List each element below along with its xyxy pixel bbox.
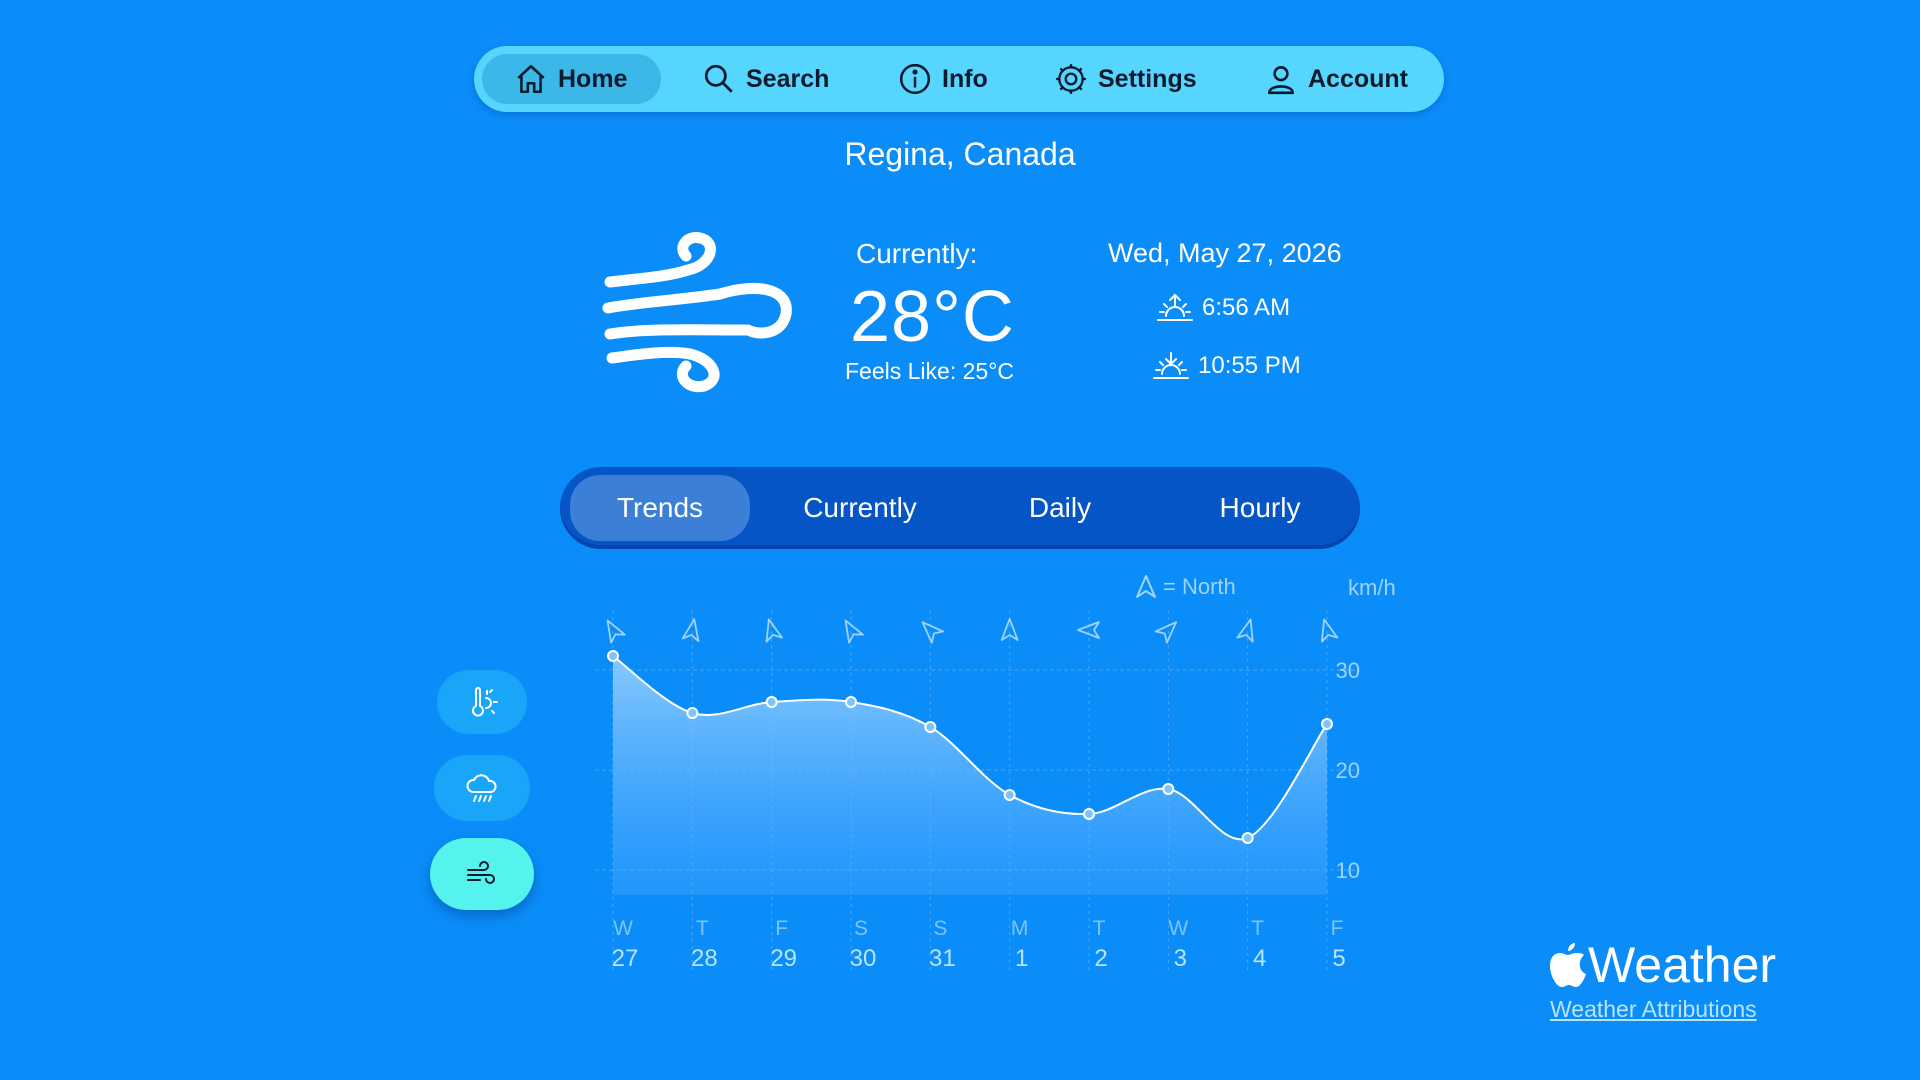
day-label: F bbox=[775, 917, 788, 940]
nav-account-label: Account bbox=[1308, 64, 1408, 93]
data-point bbox=[1003, 789, 1016, 801]
data-point bbox=[1083, 808, 1095, 820]
date-label: 2 bbox=[1094, 945, 1107, 972]
wind-icon bbox=[602, 232, 792, 393]
top-nav: Home Search Info Settings Account bbox=[474, 46, 1444, 112]
wind-area-fill bbox=[613, 656, 1327, 895]
sunset-time: 10:55 PM bbox=[1198, 352, 1301, 379]
arrow-shape bbox=[1154, 621, 1178, 644]
arrow-shape bbox=[921, 621, 944, 644]
day-label: T bbox=[1251, 917, 1264, 940]
nav-settings[interactable]: Settings bbox=[1054, 54, 1197, 104]
arrow-shape bbox=[1000, 618, 1019, 641]
wind-direction-arrow bbox=[681, 618, 700, 643]
nav-account[interactable]: Account bbox=[1264, 54, 1408, 104]
date-label: 31 bbox=[929, 945, 956, 972]
current-temperature: 28°C bbox=[850, 277, 1015, 357]
arrow-shape bbox=[681, 618, 700, 643]
sunrise-time: 6:56 AM bbox=[1202, 294, 1291, 321]
nav-info[interactable]: Info bbox=[898, 54, 988, 104]
data-point bbox=[765, 696, 778, 708]
brand-logo: Weather bbox=[1548, 936, 1776, 994]
nav-search-label: Search bbox=[746, 64, 830, 93]
sunrise-row: 6:56 AM bbox=[1156, 292, 1290, 324]
arrow-shape bbox=[606, 619, 626, 644]
wind-direction-arrow bbox=[921, 621, 944, 644]
tab-daily[interactable]: Daily bbox=[960, 475, 1160, 541]
data-point bbox=[845, 696, 857, 708]
day-label: W bbox=[1168, 917, 1188, 940]
gear-icon bbox=[1056, 64, 1086, 94]
nav-home[interactable]: Home bbox=[482, 54, 662, 104]
wind-direction-arrow bbox=[1154, 621, 1178, 644]
day-label: S bbox=[933, 917, 947, 940]
info-icon bbox=[899, 63, 931, 95]
data-point bbox=[1321, 718, 1333, 730]
current-date: Wed, May 27, 2026 bbox=[1108, 238, 1342, 268]
date-label: 28 bbox=[691, 945, 718, 972]
currently-label: Currently: bbox=[856, 238, 978, 269]
data-point bbox=[1162, 783, 1175, 795]
weather-attributions-link[interactable]: Weather Attributions bbox=[1550, 996, 1757, 1023]
view-tabs: Trends Currently Daily Hourly bbox=[560, 467, 1360, 549]
wind-icon bbox=[467, 861, 495, 884]
tab-currently[interactable]: Currently bbox=[760, 475, 960, 541]
data-point bbox=[924, 721, 937, 733]
search-icon bbox=[704, 64, 733, 93]
y-tick-label: 10 bbox=[1336, 858, 1360, 883]
data-point bbox=[1241, 832, 1254, 844]
nav-search[interactable]: Search bbox=[702, 54, 829, 104]
nav-info-label: Info bbox=[942, 64, 988, 93]
date-label: 30 bbox=[850, 945, 877, 972]
date-label: 5 bbox=[1332, 945, 1345, 972]
day-label: M bbox=[1011, 917, 1029, 940]
data-point bbox=[686, 707, 699, 719]
arrow-shape bbox=[844, 619, 864, 644]
sunset-row: 10:55 PM bbox=[1152, 350, 1301, 382]
wind-direction-arrow bbox=[606, 619, 626, 644]
day-label: T bbox=[696, 917, 709, 940]
location-title: Regina, Canada bbox=[844, 136, 1076, 172]
date-label: 1 bbox=[1015, 945, 1028, 972]
person-icon bbox=[1268, 66, 1294, 95]
wind-button[interactable] bbox=[430, 838, 534, 910]
wind-chart: 10 20 30 W 27 T 28 F 29 S 30 S 31 M 1 T 2 W 3 T 4 F 5 bbox=[595, 610, 1360, 972]
day-label: T bbox=[1093, 917, 1106, 940]
day-label: W bbox=[613, 917, 633, 940]
day-label: S bbox=[854, 917, 868, 940]
precipitation-button[interactable] bbox=[434, 755, 530, 821]
cloud-rain-icon bbox=[466, 774, 497, 802]
brand-name: Weather bbox=[1588, 937, 1777, 993]
y-tick-label: 20 bbox=[1336, 758, 1360, 783]
home-icon bbox=[517, 64, 545, 94]
tab-trends[interactable]: Trends bbox=[570, 475, 750, 541]
date-label: 4 bbox=[1253, 945, 1266, 972]
feels-like: Feels Like: 25°C bbox=[845, 358, 1014, 384]
sunrise-icon bbox=[1157, 293, 1193, 321]
temperature-sun-icon bbox=[472, 687, 498, 717]
date-label: 27 bbox=[612, 945, 639, 972]
date-label: 29 bbox=[770, 945, 797, 972]
temperature-button[interactable] bbox=[437, 670, 527, 734]
date-label: 3 bbox=[1174, 945, 1187, 972]
apple-icon bbox=[1550, 943, 1586, 987]
nav-home-label: Home bbox=[558, 64, 628, 93]
wind-direction-arrow bbox=[1000, 618, 1019, 641]
wind-direction-arrow bbox=[844, 619, 864, 644]
sunset-icon bbox=[1153, 352, 1189, 379]
y-tick-label: 30 bbox=[1336, 658, 1360, 683]
data-point bbox=[607, 650, 619, 662]
nav-settings-label: Settings bbox=[1098, 64, 1197, 93]
tab-hourly[interactable]: Hourly bbox=[1160, 475, 1360, 541]
day-label: F bbox=[1331, 917, 1344, 940]
